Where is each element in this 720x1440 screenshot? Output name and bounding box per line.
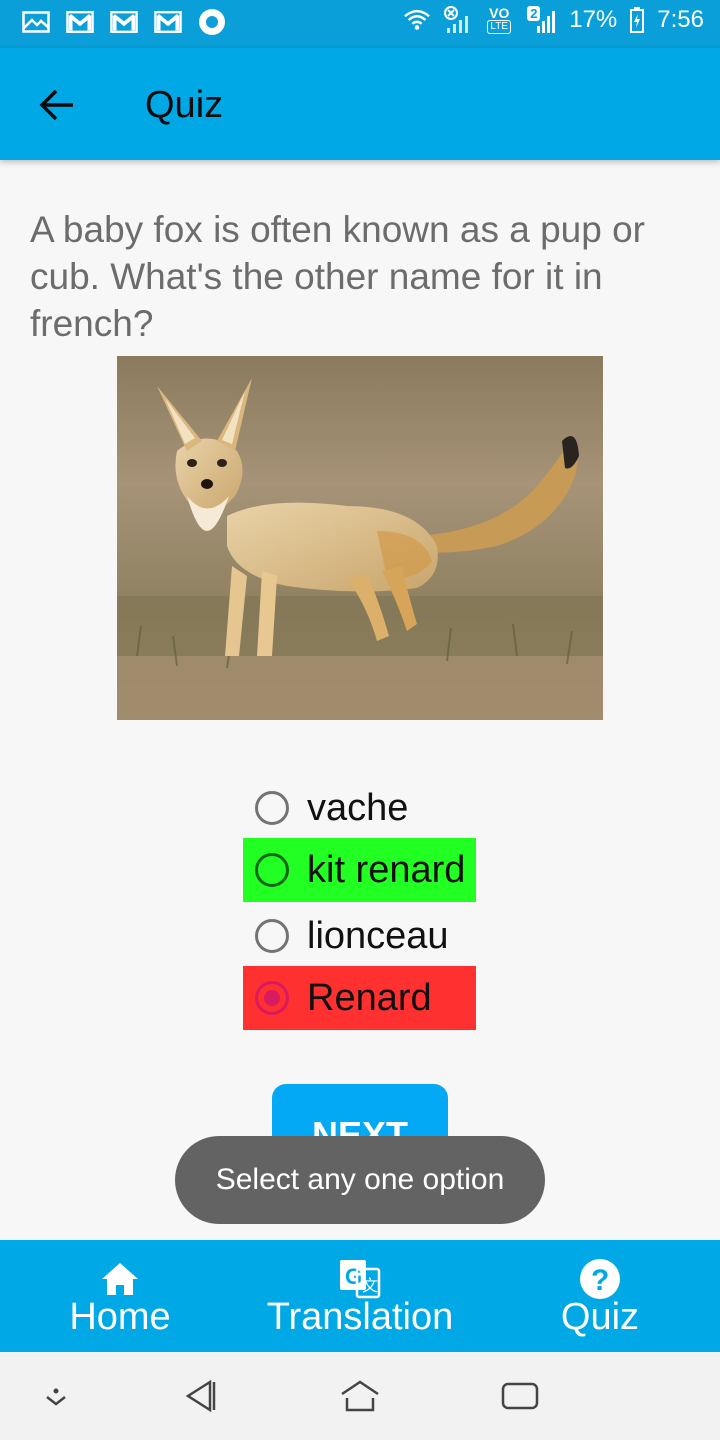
option-label: vache — [307, 786, 409, 829]
gmail-icon — [110, 8, 138, 36]
record-icon — [198, 8, 226, 36]
image-icon — [22, 8, 50, 36]
nav-quiz-label: Quiz — [560, 1296, 640, 1338]
fox-photo — [117, 356, 603, 720]
notification-icons — [22, 8, 226, 36]
option-kit-renard[interactable]: kit renard — [243, 838, 476, 902]
nav-home[interactable]: Home — [50, 1240, 190, 1352]
signal-icon: 2 — [527, 6, 557, 34]
option-label: lionceau — [307, 914, 449, 957]
back-triangle-icon[interactable] — [178, 1374, 222, 1418]
volte-icon: VO LTE — [487, 5, 512, 34]
bottom-navigation: Home G文 Translation ? Quiz — [0, 1240, 720, 1352]
option-label: Renard — [307, 976, 432, 1019]
clock: 7:56 — [657, 6, 704, 33]
back-button[interactable] — [30, 80, 84, 134]
system-status: VO LTE 2 17% 7:56 — [403, 6, 704, 34]
radio-button[interactable] — [255, 791, 289, 825]
help-icon: ? — [579, 1258, 621, 1300]
battery-icon — [629, 6, 645, 34]
radio-button-selected[interactable] — [255, 981, 289, 1015]
svg-text:?: ? — [591, 1264, 609, 1297]
arrow-left-icon — [39, 89, 75, 126]
radio-button[interactable] — [255, 919, 289, 953]
home-icon — [100, 1258, 140, 1300]
app-bar: Quiz — [0, 48, 720, 160]
nav-quiz[interactable]: ? Quiz — [540, 1240, 660, 1352]
page-title: Quiz — [145, 84, 224, 126]
svg-text:文: 文 — [362, 1276, 378, 1295]
option-renard[interactable]: Renard — [243, 966, 476, 1030]
system-navigation-bar — [0, 1352, 720, 1440]
status-bar: VO LTE 2 17% 7:56 — [0, 0, 720, 48]
option-vache[interactable]: vache — [243, 776, 476, 840]
signal-icon — [443, 6, 471, 34]
home-outline-icon[interactable] — [338, 1374, 382, 1418]
nav-home-label: Home — [69, 1296, 171, 1338]
recents-icon[interactable] — [498, 1374, 542, 1418]
nav-translation[interactable]: G文 Translation — [250, 1240, 470, 1352]
wifi-icon — [403, 6, 431, 34]
collapse-icon[interactable] — [34, 1374, 78, 1418]
radio-button[interactable] — [255, 853, 289, 887]
gmail-icon — [154, 8, 182, 36]
toast-message: Select any one option — [175, 1136, 545, 1224]
nav-translation-label: Translation — [266, 1296, 454, 1338]
translate-icon: G文 — [339, 1258, 381, 1300]
option-lionceau[interactable]: lionceau — [243, 904, 476, 968]
gmail-icon — [66, 8, 94, 36]
battery-percent: 17% — [569, 6, 618, 33]
question-text: A baby fox is often known as a pup or cu… — [30, 209, 645, 344]
option-label: kit renard — [307, 848, 466, 891]
